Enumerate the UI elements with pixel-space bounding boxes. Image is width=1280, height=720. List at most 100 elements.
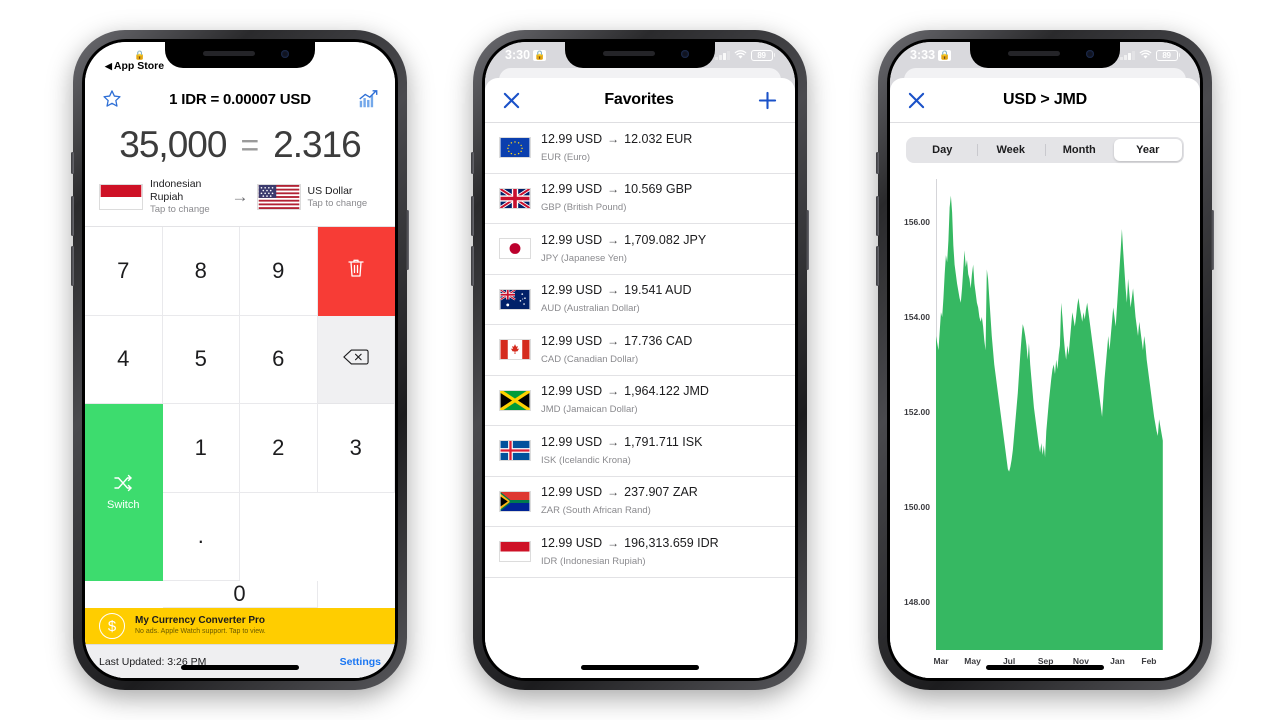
rate-history-chart[interactable]: 148.00 150.00 152.00 154.00 156.00 Mar May Jul… (890, 171, 1200, 678)
flag-jm-icon (499, 389, 531, 411)
list-item[interactable]: 12.99 USD → 237.907 ZAR ZAR (South Afric… (485, 477, 795, 527)
key-3[interactable]: 3 (317, 404, 395, 493)
y-axis-tick: 156.00 (904, 216, 930, 227)
power-button[interactable] (406, 210, 409, 270)
equals-sign: = (240, 126, 260, 163)
power-button[interactable] (1211, 210, 1214, 270)
tab-month[interactable]: Month (1045, 139, 1114, 161)
promo-title: My Currency Converter Pro (135, 615, 266, 626)
to-amount: 1,964.122 JMD (624, 384, 709, 399)
list-item[interactable]: 12.99 USD → 10.569 GBP GBP (British Poun… (485, 174, 795, 224)
shuffle-icon (113, 473, 133, 496)
key-4[interactable]: 4 (85, 315, 163, 404)
close-x-icon[interactable] (503, 92, 520, 109)
from-currency-button[interactable]: Indonesian Rupiah Tap to change (99, 178, 224, 216)
promo-banner[interactable]: $ My Currency Converter Pro No ads. Appl… (85, 608, 395, 644)
tab-year[interactable]: Year (1113, 139, 1182, 161)
backspace-button[interactable] (317, 315, 395, 404)
list-item[interactable]: 12.99 USD → 1,709.082 JPY JPY (Japanese … (485, 224, 795, 275)
amount-display[interactable]: 35,000 = 2.316 (85, 114, 395, 174)
tab-day[interactable]: Day (908, 139, 977, 161)
favorites-nav-bar: Favorites (485, 78, 795, 123)
converter-header: 1 IDR = 0.00007 USD (85, 82, 395, 114)
volume-down-button[interactable] (471, 246, 474, 286)
home-indicator[interactable] (581, 665, 699, 670)
star-icon[interactable] (101, 88, 123, 110)
switch-currencies-button[interactable]: Switch (85, 404, 163, 581)
phone3-screen: 3:33 🔒 89 USD > JMD Day Week Month Year … (890, 42, 1200, 678)
list-item-text: 12.99 USD → 1,791.711 ISK ISK (Icelandic… (541, 434, 702, 468)
lock-icon: 🔒 (133, 49, 147, 61)
notch (970, 42, 1120, 68)
wifi-icon (1139, 50, 1152, 60)
key-0[interactable]: 0 (162, 581, 318, 608)
lock-icon: 🔒 (533, 49, 547, 61)
phone-bezel: 3:33 🔒 89 USD > JMD Day Week Month Year … (887, 39, 1203, 681)
phone-bezel: 3:27 🔒 89 ◀ App Store 1 IDR = 0.00007 US… (82, 39, 398, 681)
page-title: USD > JMD (1003, 91, 1087, 108)
currency-subtitle: AUD (Australian Dollar) (541, 303, 640, 315)
to-currency-hint: Tap to change (307, 197, 368, 209)
phone1-screen: 3:27 🔒 89 ◀ App Store 1 IDR = 0.00007 US… (85, 42, 395, 678)
back-triangle-icon: ◀ (105, 60, 112, 71)
from-amount: 12.99 USD (541, 283, 603, 298)
clear-button[interactable] (317, 227, 395, 316)
key-2[interactable]: 2 (240, 404, 318, 493)
mute-switch[interactable] (876, 152, 879, 174)
key-9[interactable]: 9 (240, 227, 318, 316)
home-indicator[interactable] (986, 665, 1104, 670)
notch (165, 42, 315, 68)
key-6[interactable]: 6 (240, 315, 318, 404)
notch (565, 42, 715, 68)
wifi-icon (734, 50, 747, 60)
list-item[interactable]: 12.99 USD → 1,964.122 JMD JMD (Jamaican … (485, 376, 795, 426)
volume-up-button[interactable] (71, 196, 74, 236)
from-amount: 12.99 USD (541, 333, 603, 348)
list-item-text: 12.99 USD → 1,964.122 JMD JMD (Jamaican … (541, 383, 709, 417)
arrow-icon: → (607, 384, 620, 399)
to-amount: 12.032 EUR (624, 131, 693, 146)
flag-au-icon (499, 288, 531, 310)
power-button[interactable] (806, 210, 809, 270)
conversion-line: 12.99 USD → 1,709.082 JPY (541, 232, 706, 248)
settings-button[interactable]: Settings (340, 656, 381, 668)
list-item[interactable]: 12.99 USD → 19.541 AUD AUD (Australian D… (485, 275, 795, 325)
to-currency-button[interactable]: US Dollar Tap to change (256, 184, 382, 210)
tab-week[interactable]: Week (976, 139, 1046, 161)
amount-converted-value: 2.316 (273, 124, 362, 165)
flag-ca-icon (499, 339, 531, 361)
range-selector-wrap: Day Week Month Year (890, 123, 1200, 171)
close-x-icon[interactable] (908, 92, 925, 109)
phone-device-chart: 3:33 🔒 89 USD > JMD Day Week Month Year … (876, 30, 1214, 690)
volume-up-button[interactable] (876, 196, 879, 236)
back-to-app-store-link[interactable]: ◀ App Store (105, 60, 164, 72)
earpiece-speaker (1008, 51, 1060, 56)
to-amount: 237.907 ZAR (624, 485, 698, 500)
volume-up-button[interactable] (471, 196, 474, 236)
converter-app: ◀ App Store 1 IDR = 0.00007 USD 35,000 =… (85, 42, 395, 678)
key-5[interactable]: 5 (162, 315, 240, 404)
list-item[interactable]: 12.99 USD → 1,791.711 ISK ISK (Icelandic… (485, 426, 795, 477)
list-item[interactable]: 12.99 USD → 196,313.659 IDR IDR (Indones… (485, 527, 795, 578)
to-amount: 1,791.711 ISK (624, 434, 703, 449)
phone-device-converter: 3:27 🔒 89 ◀ App Store 1 IDR = 0.00007 US… (71, 30, 409, 690)
volume-down-button[interactable] (71, 246, 74, 286)
key-7[interactable]: 7 (85, 227, 163, 316)
key-8[interactable]: 8 (162, 227, 240, 316)
list-item[interactable]: 12.99 USD → 17.736 CAD CAD (Canadian Dol… (485, 325, 795, 376)
phone-device-favorites: 3:30 🔒 89 Favorites 12.99 USD → 12.032 E… (471, 30, 809, 690)
bar-chart-icon[interactable] (357, 88, 379, 110)
phone-bezel: 3:30 🔒 89 Favorites 12.99 USD → 12.032 E… (482, 39, 798, 681)
list-item[interactable]: 12.99 USD → 12.032 EUR EUR (Euro) (485, 123, 795, 174)
mute-switch[interactable] (471, 152, 474, 174)
volume-down-button[interactable] (876, 246, 879, 286)
key-decimal[interactable]: . (162, 492, 240, 581)
flag-is-icon (499, 440, 531, 462)
from-amount: 12.99 USD (541, 384, 603, 399)
key-1[interactable]: 1 (162, 404, 240, 493)
plus-icon[interactable] (758, 91, 777, 110)
currency-subtitle: JMD (Jamaican Dollar) (541, 404, 638, 416)
list-item-text: 12.99 USD → 19.541 AUD AUD (Australian D… (541, 282, 692, 316)
mute-switch[interactable] (71, 152, 74, 174)
home-indicator[interactable] (181, 665, 299, 670)
